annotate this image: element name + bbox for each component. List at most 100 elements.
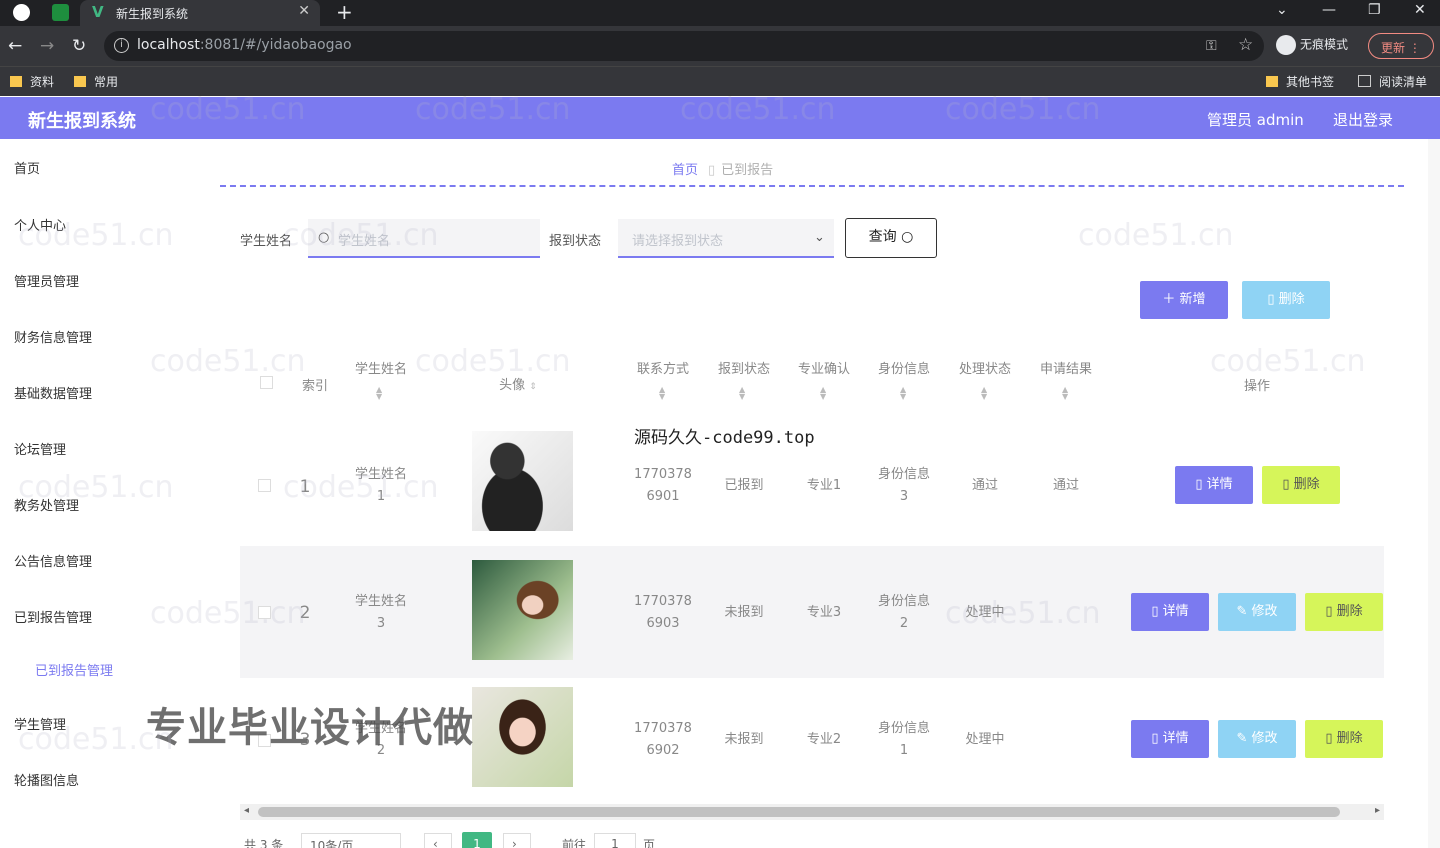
breadcrumb-home[interactable]: 首页 xyxy=(672,163,698,178)
scroll-left-icon[interactable]: ◂ xyxy=(244,805,249,816)
sort-icon[interactable]: ▲ ▼ xyxy=(1062,386,1068,401)
star-icon[interactable]: ☆ xyxy=(1238,35,1253,55)
sort-icon[interactable]: ▲ ▼ xyxy=(820,386,826,401)
detail-button[interactable]: ▯ 详情 xyxy=(1131,720,1209,758)
cell-result: 通过 xyxy=(1052,478,1079,493)
reading-list[interactable]: 阅读清单 xyxy=(1358,73,1427,90)
bookmark-label: 阅读清单 xyxy=(1379,75,1428,89)
delete-button[interactable]: ▯ 删除 xyxy=(1305,593,1383,631)
col-actions: 操作 xyxy=(1243,379,1270,394)
other-bookmarks[interactable]: 其他书签 xyxy=(1266,73,1334,90)
col-result[interactable]: 申请结果 xyxy=(1034,358,1098,377)
url-input[interactable]: i localhost:8081/#/yidaobaogao xyxy=(104,31,1264,61)
sidebar-item-academic[interactable]: 教务处管理 xyxy=(14,495,79,514)
detail-label: 详情 xyxy=(1206,477,1233,492)
col-process[interactable]: 处理状态 xyxy=(953,358,1017,377)
sidebar-item-profile[interactable]: 个人中心 xyxy=(14,215,66,234)
student-avatar xyxy=(472,431,573,531)
batch-delete-button[interactable]: ▯ 删除 xyxy=(1242,281,1330,319)
status-select[interactable]: 请选择报到状态 ⌄ xyxy=(618,219,834,258)
sort-icon[interactable]: ▲ ▼ xyxy=(981,386,987,401)
detail-button[interactable]: ▯ 详情 xyxy=(1175,466,1253,504)
sidebar-item-finance[interactable]: 财务信息管理 xyxy=(14,327,92,346)
forward-icon[interactable]: → xyxy=(40,36,54,56)
col-major[interactable]: 专业确认 xyxy=(792,358,856,377)
col-phone[interactable]: 联系方式 xyxy=(630,358,696,377)
cell-major: 专业1 xyxy=(806,478,842,493)
prev-page-button[interactable]: ‹ xyxy=(424,833,452,848)
sort-icon[interactable]: ▲ ▼ xyxy=(376,386,382,401)
folder-icon xyxy=(10,76,22,87)
cell-phone: 1770378 6903 xyxy=(634,594,692,631)
cell-major: 专业2 xyxy=(806,732,842,747)
back-icon[interactable]: ← xyxy=(8,36,22,56)
cell-process: 处理中 xyxy=(965,605,1005,620)
sort-icon[interactable]: ▲ ▼ xyxy=(739,386,745,401)
browser-tab[interactable]: V 新生报到系统 ✕ xyxy=(80,0,320,26)
delete-button[interactable]: ▯ 删除 xyxy=(1262,466,1340,504)
chevron-down-icon[interactable]: ⌄ xyxy=(1276,2,1288,18)
globe-icon[interactable] xyxy=(13,4,30,21)
restore-icon[interactable]: ❐ xyxy=(1368,2,1381,18)
sidebar-item-basedata[interactable]: 基础数据管理 xyxy=(14,383,92,402)
close-icon[interactable]: ✕ xyxy=(298,3,310,19)
scroll-right-icon[interactable]: ▸ xyxy=(1375,805,1380,816)
sidebar-item-carousel[interactable]: 轮播图信息 xyxy=(14,770,79,789)
reload-icon[interactable]: ↻ xyxy=(72,36,86,56)
next-page-button[interactable]: › xyxy=(503,833,531,848)
sidebar-item-reports[interactable]: 已到报告管理 xyxy=(14,607,92,626)
info-icon[interactable]: i xyxy=(114,38,129,53)
add-button[interactable]: ＋ 新增 xyxy=(1140,281,1228,319)
name-search-input[interactable]: ○ 学生姓名 xyxy=(308,219,540,258)
sidebar-item-notices[interactable]: 公告信息管理 xyxy=(14,551,92,570)
bookmark-folder[interactable]: 资料 xyxy=(10,73,54,90)
col-identity[interactable]: 身份信息 xyxy=(872,358,936,377)
delete-button[interactable]: ▯ 删除 xyxy=(1305,720,1383,758)
incognito-indicator[interactable]: 无痕模式 xyxy=(1276,35,1348,55)
col-name[interactable]: 学生姓名 xyxy=(346,358,416,377)
new-tab-icon[interactable]: + xyxy=(336,0,353,24)
detail-button[interactable]: ▯ 详情 xyxy=(1131,593,1209,631)
vue-logo-icon: V xyxy=(92,3,104,21)
col-avatar[interactable]: 头像 ⇕ xyxy=(488,374,548,393)
logout-link[interactable]: 退出登录 xyxy=(1333,109,1393,130)
sort-icon[interactable]: ▲ ▼ xyxy=(659,386,665,401)
search-icon: ○ xyxy=(901,229,914,245)
chevron-down-icon: ⌄ xyxy=(814,230,825,245)
sidebar-subitem-reports[interactable]: 已到报告管理 xyxy=(35,660,113,679)
sidebar-item-admins[interactable]: 管理员管理 xyxy=(14,271,79,290)
update-button[interactable]: 更新 ⋮ xyxy=(1368,33,1434,59)
col-status[interactable]: 报到状态 xyxy=(712,358,776,377)
scrollbar-thumb[interactable] xyxy=(258,807,1340,817)
cell-identity: 身份信息 2 xyxy=(877,594,930,631)
edit-button[interactable]: ✎ 修改 xyxy=(1218,720,1296,758)
reading-list-icon xyxy=(1358,75,1371,87)
cell-major: 专业3 xyxy=(806,605,842,620)
goto-page-input[interactable]: 1 xyxy=(594,833,636,848)
spreadsheet-tab-icon[interactable] xyxy=(52,4,69,21)
bookmark-folder[interactable]: 常用 xyxy=(74,73,118,90)
vertical-scrollbar[interactable] xyxy=(1428,139,1440,848)
edit-button[interactable]: ✎ 修改 xyxy=(1218,593,1296,631)
page-size-select[interactable]: 10条/页 xyxy=(301,833,401,848)
select-all-checkbox[interactable] xyxy=(260,376,273,389)
cell-index: 2 xyxy=(299,603,311,623)
student-avatar xyxy=(472,687,573,787)
row-checkbox[interactable] xyxy=(258,606,271,619)
query-button[interactable]: 查询 ○ xyxy=(845,218,937,258)
trash-icon: ▯ xyxy=(1325,731,1333,746)
key-icon[interactable]: ⚿ xyxy=(1206,38,1217,54)
row-checkbox[interactable] xyxy=(258,479,271,492)
search-icon: ○ xyxy=(318,230,330,245)
breadcrumb-current: 已到报告 xyxy=(721,163,774,178)
sort-icon[interactable]: ▲ ▼ xyxy=(900,386,906,401)
horizontal-scrollbar[interactable]: ◂ ▸ xyxy=(240,804,1384,820)
current-page[interactable]: 1 xyxy=(462,832,492,848)
sidebar-item-forum[interactable]: 论坛管理 xyxy=(14,439,66,458)
sidebar-item-home[interactable]: 首页 xyxy=(14,158,40,177)
window-close-icon[interactable]: ✕ xyxy=(1414,2,1426,18)
cell-name: 学生姓名 3 xyxy=(354,594,407,631)
current-user[interactable]: 管理员 admin xyxy=(1207,109,1304,130)
minimize-icon[interactable]: — xyxy=(1322,2,1336,18)
sidebar-item-students[interactable]: 学生管理 xyxy=(14,714,66,733)
